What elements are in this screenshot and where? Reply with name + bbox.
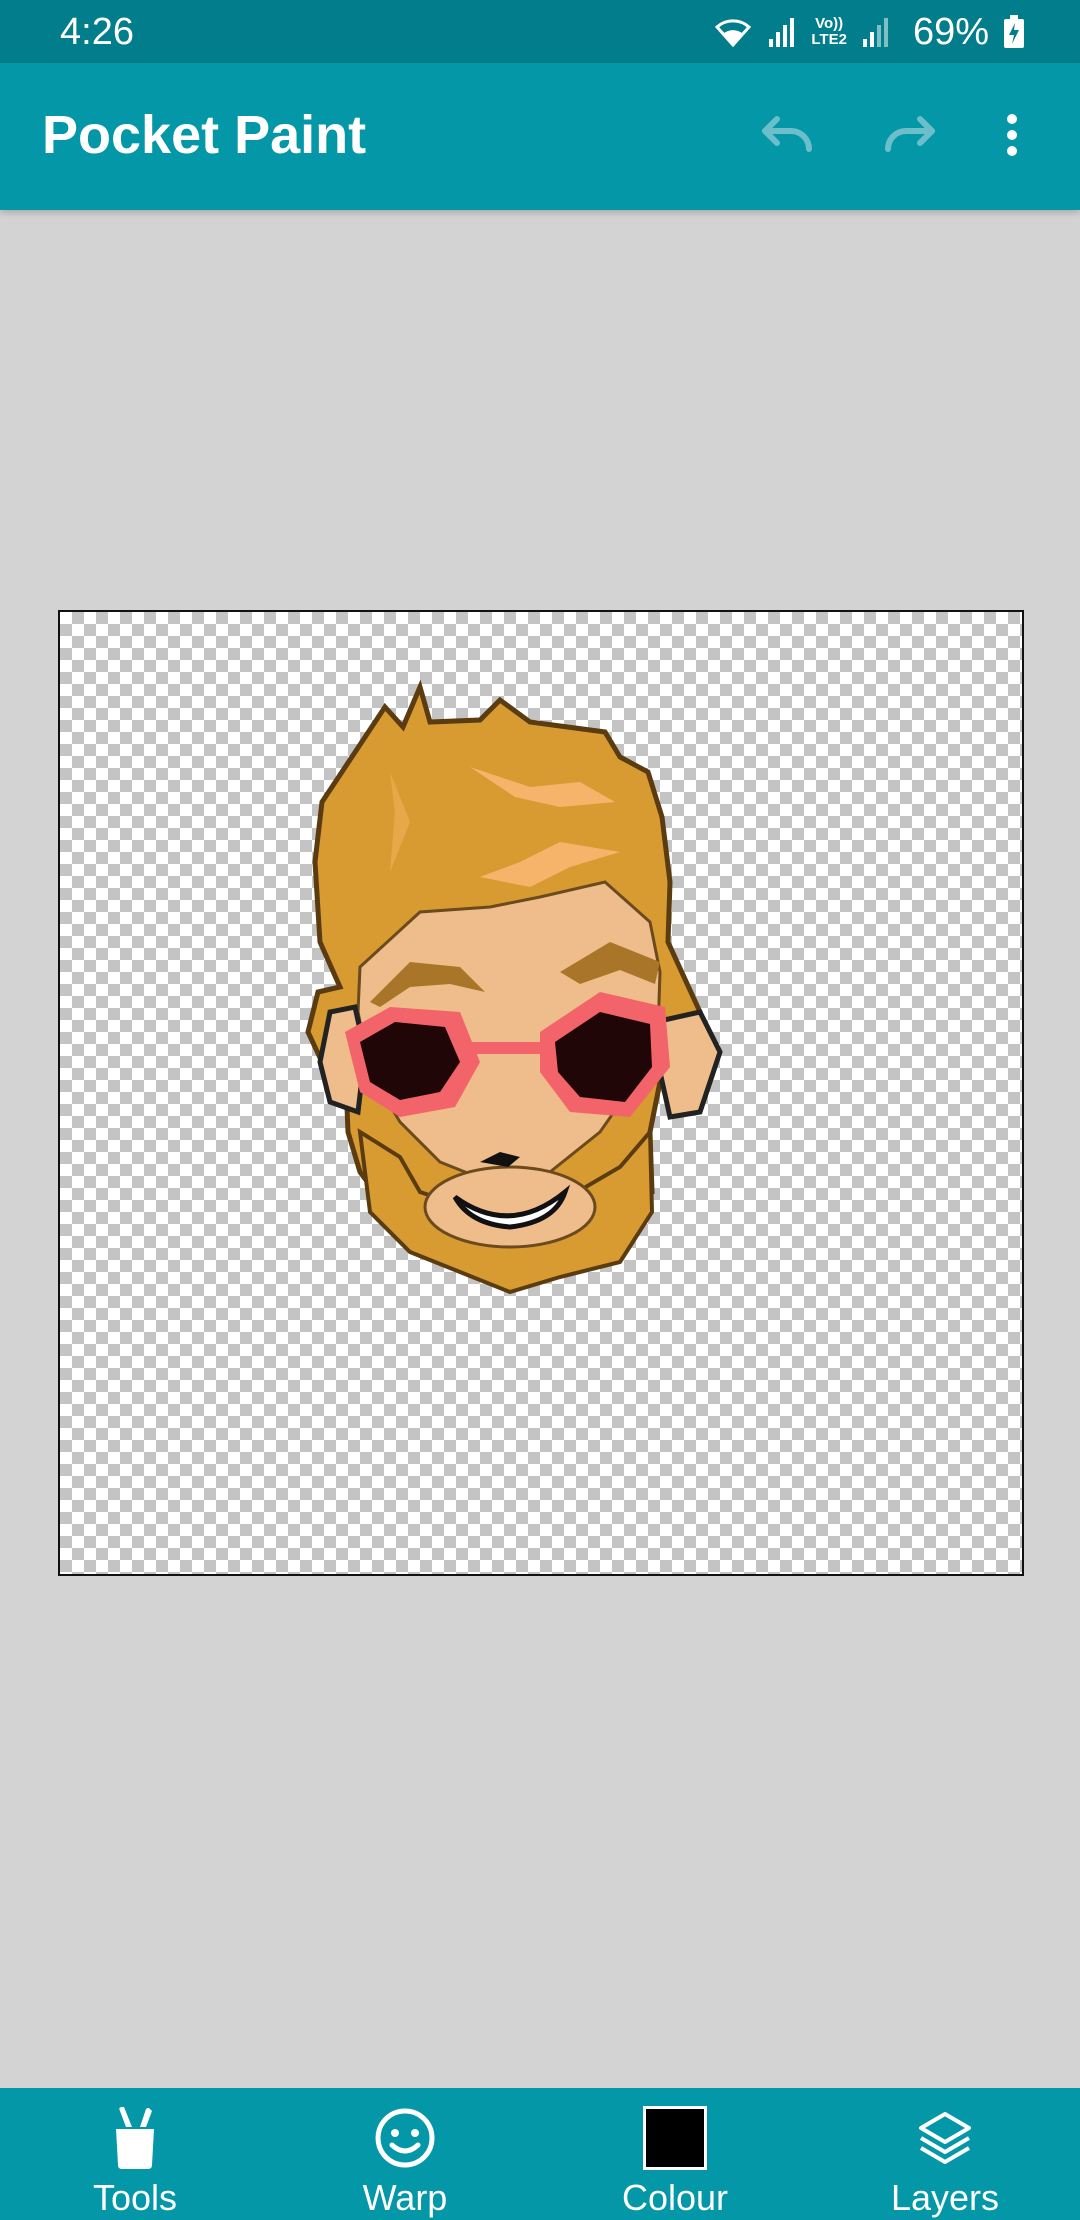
more-options-button[interactable]: [982, 101, 1042, 173]
tools-icon: [110, 2104, 160, 2172]
warp-button[interactable]: Warp: [270, 2088, 540, 2220]
warp-label: Warp: [362, 2177, 448, 2218]
status-icons: Vo)) LTE2 69%: [713, 8, 1025, 56]
undo-icon: [755, 115, 815, 160]
redo-button[interactable]: [872, 101, 952, 173]
layers-button[interactable]: Layers: [810, 2088, 1080, 2220]
warp-icon: [374, 2104, 436, 2172]
colour-swatch: [643, 2106, 707, 2170]
drawing-workspace[interactable]: [0, 210, 1080, 2088]
status-bar: 4:26 Vo)) LTE2 69%: [0, 0, 1080, 63]
layers-label: Layers: [890, 2177, 1000, 2218]
tools-button[interactable]: Tools: [0, 2088, 270, 2220]
colour-label: Colour: [621, 2177, 729, 2218]
signal-icon: [767, 15, 797, 49]
status-time: 4:26: [60, 11, 134, 53]
app-title: Pocket Paint: [42, 105, 367, 165]
drawing-canvas[interactable]: [58, 610, 1024, 1576]
bottom-toolbar: Tools Warp Colour Layers: [0, 2088, 1080, 2220]
battery-charging-icon: [1003, 15, 1025, 49]
undo-button[interactable]: [745, 101, 825, 173]
tools-label: Tools: [92, 2177, 178, 2218]
layers-icon: [917, 2104, 973, 2172]
battery-percent: 69%: [912, 11, 989, 53]
colour-button[interactable]: Colour: [540, 2088, 810, 2220]
redo-icon: [882, 115, 942, 160]
more-vert-icon: [1006, 113, 1018, 162]
signal-icon: [861, 15, 891, 49]
app-bar: Pocket Paint: [0, 63, 1080, 210]
wifi-icon: [713, 15, 753, 49]
bearded-face-artwork: [305, 679, 723, 1295]
network-type: Vo)) LTE2: [811, 15, 847, 48]
